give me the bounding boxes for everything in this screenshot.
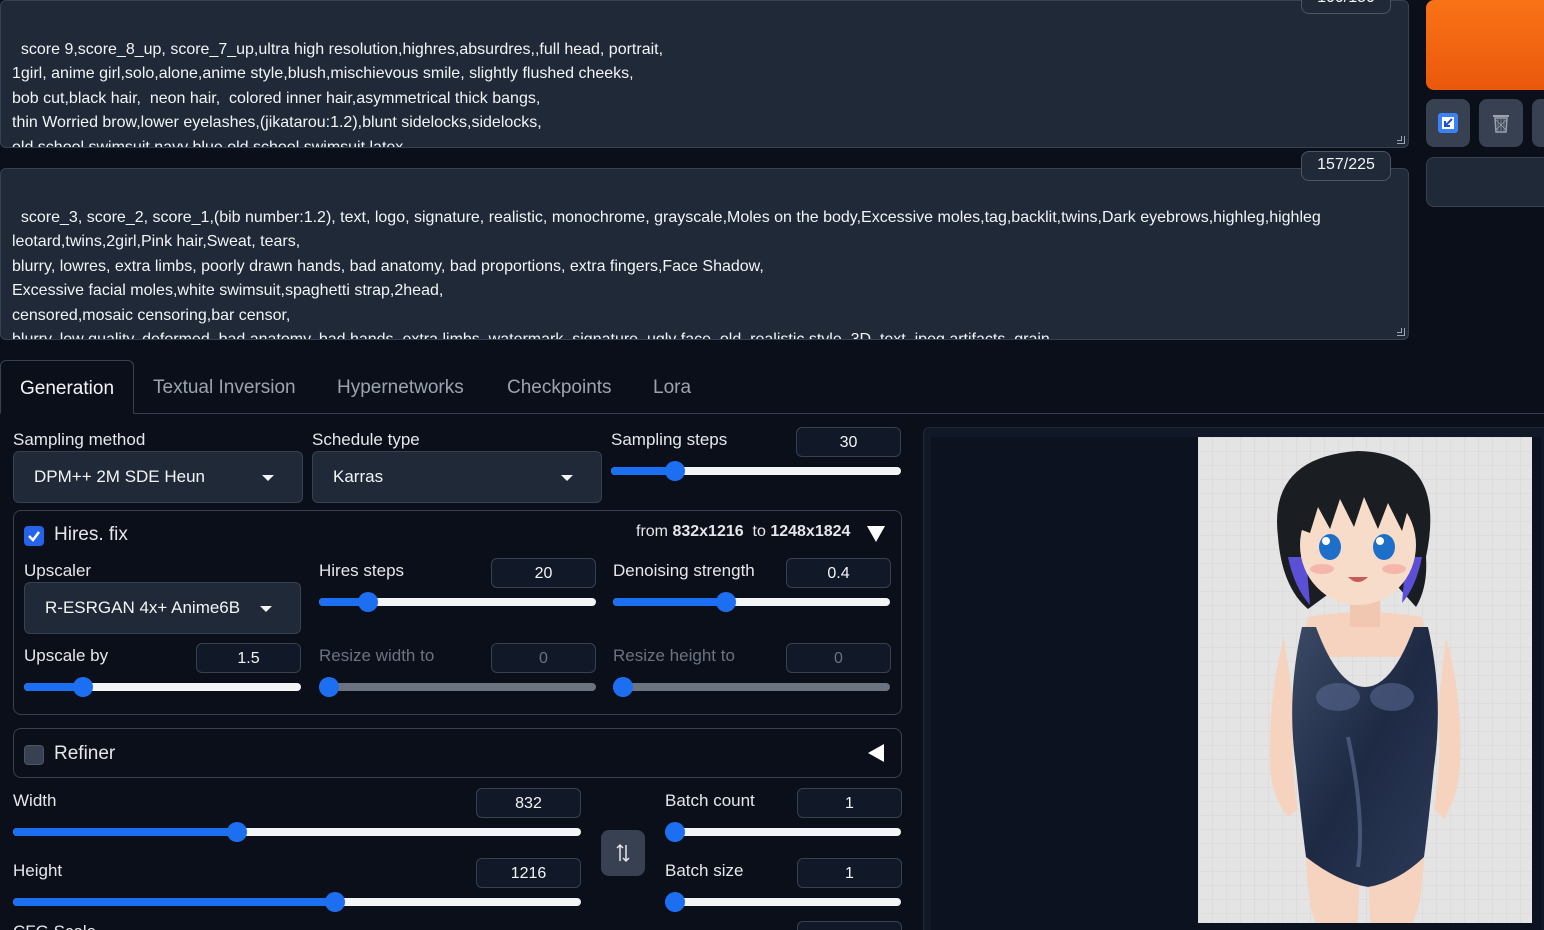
resize-height-slider[interactable] [613,677,890,697]
upscale-by-input[interactable]: 1.5 [196,643,301,673]
denoising-strength-slider[interactable] [613,592,890,612]
slider-thumb[interactable] [325,892,346,912]
paste-arrow-icon [1438,113,1458,133]
tab-checkpoints[interactable]: Checkpoints [507,360,612,414]
slider-thumb[interactable] [665,461,685,481]
cfg-scale-label: CFG Scale [13,922,96,930]
hires-steps-input[interactable]: 20 [491,558,596,588]
resize-height-label: Resize height to [613,646,735,665]
schedule-type-label: Schedule type [312,430,420,449]
batch-count-slider[interactable] [665,822,901,842]
denoising-strength-label: Denoising strength [613,561,755,580]
slider-thumb[interactable] [665,822,685,842]
hires-fix-label: Hires. fix [54,524,128,545]
checkmark-icon [28,531,40,542]
sampling-steps-input[interactable]: 30 [796,427,901,457]
chevron-down-icon [260,606,272,612]
tab-hypernetworks[interactable]: Hypernetworks [337,360,464,414]
sampling-steps-label: Sampling steps [611,430,728,449]
tab-generation[interactable]: Generation [0,360,135,414]
styles-dropdown[interactable] [1426,157,1544,207]
tab-textual-inversion[interactable]: Textual Inversion [153,360,296,414]
sampling-method-dropdown[interactable]: DPM++ 2M SDE Heun [13,451,303,503]
upscale-by-slider[interactable] [24,677,301,697]
chevron-down-icon [262,475,274,481]
resize-handle[interactable] [1397,328,1405,336]
upscaler-label: Upscaler [24,561,92,580]
height-label: Height [13,861,63,880]
schedule-type-dropdown[interactable]: Karras [312,451,602,503]
extra-tool-button[interactable] [1532,99,1544,147]
resize-height-input[interactable]: 0 [786,643,891,673]
slider-thumb[interactable] [72,677,93,697]
resize-handle[interactable] [1397,136,1405,144]
slider-thumb[interactable] [319,677,339,697]
resize-width-input[interactable]: 0 [491,643,596,673]
sampling-method-value: DPM++ 2M SDE Heun [34,467,206,486]
anime-girl-image [1198,437,1532,923]
prompt-textarea[interactable]: score 9,score_8_up, score_7_up,ultra hig… [0,0,1409,148]
sampling-method-label: Sampling method [13,430,146,449]
tab-lora[interactable]: Lora [653,360,691,414]
prompt-text: score 9,score_8_up, score_7_up,ultra hig… [12,40,664,148]
trash-icon [1493,115,1509,133]
refiner-checkbox[interactable] [24,745,44,765]
hires-summary: from 832x1216 to 1248x1824 [636,523,851,540]
schedule-type-value: Karras [333,467,384,486]
slider-thumb[interactable] [715,592,736,612]
batch-size-slider[interactable] [665,892,901,912]
batch-count-label: Batch count [665,791,755,810]
height-slider[interactable] [13,892,581,912]
refiner-label: Refiner [54,743,116,764]
slider-thumb[interactable] [226,822,247,842]
generate-button[interactable] [1426,0,1544,90]
resize-width-label: Resize width to [319,646,435,665]
batch-count-input[interactable]: 1 [797,788,902,818]
swap-arrows-icon [616,843,630,863]
negative-prompt-textarea[interactable]: score_3, score_2, score_1,(bib number:1.… [0,168,1409,340]
cfg-scale-input[interactable] [797,921,902,930]
width-label: Width [13,791,57,810]
apply-styles-button[interactable] [1426,99,1470,147]
upscale-by-label: Upscale by [24,646,109,665]
height-input[interactable]: 1216 [476,858,581,888]
prompt-token-counter: 100/150 [1301,0,1391,14]
width-input[interactable]: 832 [476,788,581,818]
slider-thumb[interactable] [665,892,685,912]
hires-steps-slider[interactable] [319,592,596,612]
chevron-down-icon [561,475,573,481]
batch-size-label: Batch size [665,861,744,880]
slider-thumb[interactable] [357,592,378,612]
upscaler-dropdown[interactable]: R-ESRGAN 4x+ Anime6B [24,582,301,634]
collapse-triangle-icon[interactable] [866,525,886,543]
resize-width-slider[interactable] [319,677,596,697]
denoising-strength-input[interactable]: 0.4 [786,558,891,588]
negative-prompt-token-counter: 157/225 [1301,151,1391,181]
generated-image[interactable] [1198,437,1532,923]
hires-fix-checkbox[interactable] [24,526,44,546]
batch-size-input[interactable]: 1 [797,858,902,888]
negative-prompt-text: score_3, score_2, score_1,(bib number:1.… [12,208,1321,340]
clear-prompt-button[interactable] [1479,99,1523,147]
sampling-steps-slider[interactable] [611,461,901,481]
tab-bar: Generation Textual Inversion Hypernetwor… [0,360,1544,414]
swap-dimensions-button[interactable] [601,830,645,876]
expand-triangle-icon[interactable] [866,743,886,763]
refiner-panel [13,728,902,778]
upscaler-value: R-ESRGAN 4x+ Anime6B [45,598,241,617]
slider-thumb[interactable] [613,677,633,697]
width-slider[interactable] [13,822,581,842]
hires-steps-label: Hires steps [319,561,405,580]
